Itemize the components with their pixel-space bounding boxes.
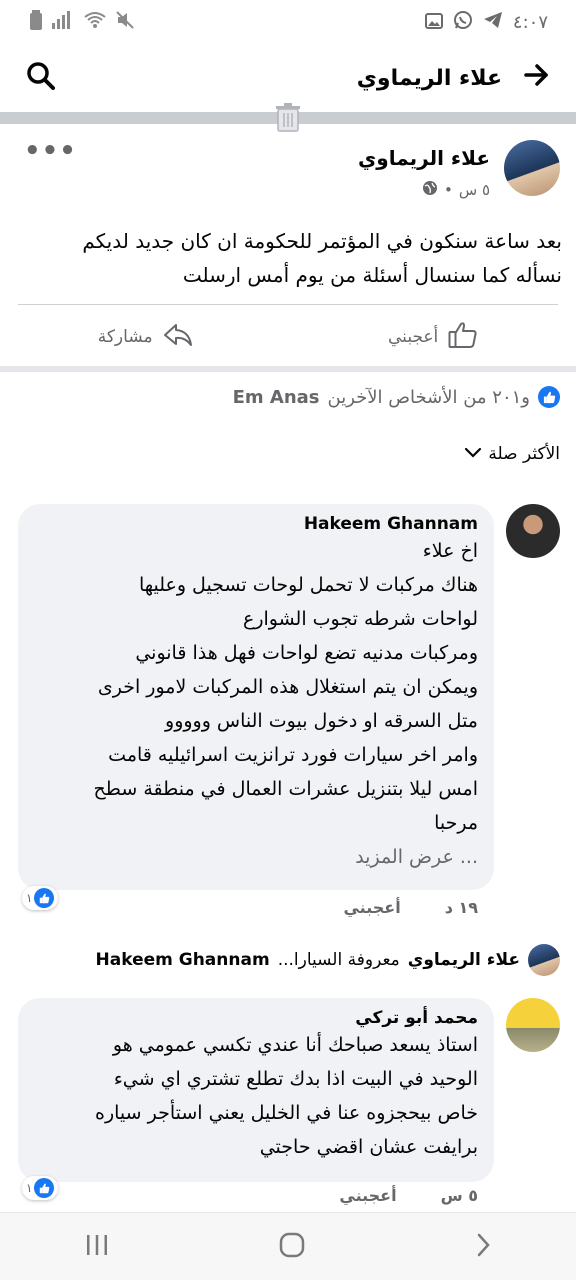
comment-like-button[interactable]: أعجبني bbox=[339, 1186, 396, 1205]
comment-like-count[interactable]: ١ bbox=[22, 1176, 59, 1200]
thumbs-up-icon bbox=[448, 321, 478, 354]
globe-icon bbox=[422, 180, 438, 200]
reply-mention: Hakeem Ghannam bbox=[95, 950, 270, 970]
sort-label: الأكثر صلة bbox=[488, 444, 560, 464]
post-header: علاء الريماوي ٥ س • ••• bbox=[0, 136, 576, 206]
comment-text: استاذ يسعد صباحك أنا عندي تكسي عمومي هو … bbox=[94, 1034, 478, 1158]
comment-bubble: محمد أبو تركي استاذ يسعد صباحك أنا عندي … bbox=[18, 998, 494, 1182]
share-arrow-icon bbox=[163, 322, 193, 353]
post-body: بعد ساعة سنكون في المؤتمر للحكومة ان كان… bbox=[14, 224, 562, 292]
reactions-others: و٢٠١ من الأشخاص الآخرين bbox=[327, 386, 530, 408]
mute-icon bbox=[116, 10, 134, 34]
like-reaction-icon bbox=[538, 386, 560, 408]
top-title-group: علاء الريماوي bbox=[357, 63, 550, 93]
reply-author: علاء الريماوي bbox=[407, 950, 520, 970]
comment-item bbox=[506, 504, 560, 558]
meta-dot: • bbox=[443, 181, 453, 199]
home-icon[interactable] bbox=[279, 1232, 305, 1262]
reply-avatar bbox=[528, 944, 560, 976]
post-time[interactable]: ٥ س bbox=[459, 181, 490, 199]
whatsapp-icon bbox=[453, 10, 473, 35]
comment-item bbox=[506, 998, 560, 1052]
status-left-icons bbox=[30, 9, 134, 35]
status-right-icons: ٤:٠٧ bbox=[424, 10, 548, 35]
like-count-number: ١ bbox=[26, 891, 33, 905]
like-label: أعجبني bbox=[388, 327, 439, 347]
share-button[interactable]: مشاركة bbox=[98, 322, 193, 353]
status-bar: ٤:٠٧ bbox=[0, 0, 576, 44]
commenter-name[interactable]: Hakeem Ghannam bbox=[34, 514, 478, 534]
signal-icon bbox=[52, 10, 74, 34]
post-divider bbox=[18, 304, 558, 305]
comment-time[interactable]: ١٩ د bbox=[445, 898, 478, 917]
back-arrow-icon[interactable] bbox=[524, 63, 550, 93]
like-count-number: ١ bbox=[26, 1181, 33, 1195]
comment-text: اخ علاء هناك مركبات لا تحمل لوحات تسجيل … bbox=[93, 540, 478, 834]
battery-icon bbox=[30, 9, 42, 35]
reply-preview[interactable]: علاء الريماوي معروفة السيارا... Hakeem G… bbox=[12, 942, 560, 978]
wifi-icon bbox=[84, 10, 106, 34]
recents-icon[interactable] bbox=[85, 1234, 109, 1260]
status-time: ٤:٠٧ bbox=[512, 11, 548, 33]
more-options-icon[interactable]: ••• bbox=[24, 136, 77, 166]
post-author-name[interactable]: علاء الريماوي bbox=[358, 146, 490, 170]
section-separator bbox=[0, 366, 576, 372]
gallery-icon bbox=[424, 10, 443, 34]
page-title: علاء الريماوي bbox=[356, 65, 502, 91]
commenter-name[interactable]: محمد أبو تركي bbox=[34, 1008, 478, 1028]
post-author-avatar[interactable] bbox=[504, 140, 560, 196]
comment-time[interactable]: ٥ س bbox=[441, 1186, 478, 1205]
comment-sort-dropdown[interactable]: الأكثر صلة bbox=[464, 444, 560, 464]
comment-like-count[interactable]: ١ bbox=[22, 886, 59, 910]
comment-meta: ٥ س أعجبني bbox=[339, 1186, 478, 1205]
post-action-bar: أعجبني مشاركة bbox=[0, 312, 576, 362]
see-more-link[interactable]: ... عرض المزيد bbox=[34, 846, 478, 868]
comment-meta: ١٩ د أعجبني bbox=[343, 898, 478, 917]
commenter-avatar[interactable] bbox=[506, 504, 560, 558]
telegram-icon bbox=[483, 10, 503, 34]
search-icon[interactable] bbox=[26, 61, 56, 95]
reactions-summary[interactable]: و٢٠١ من الأشخاص الآخرين Em Anas bbox=[233, 386, 560, 408]
like-reaction-icon bbox=[34, 888, 55, 908]
trash-icon[interactable] bbox=[270, 100, 306, 136]
post-meta: ٥ س • bbox=[422, 180, 490, 200]
like-reaction-icon bbox=[34, 1178, 55, 1198]
share-label: مشاركة bbox=[97, 327, 153, 347]
post-text-line: بعد ساعة سنكون في المؤتمر للحكومة ان كان… bbox=[82, 229, 562, 253]
comment-bubble: Hakeem Ghannam اخ علاء هناك مركبات لا تح… bbox=[18, 504, 494, 890]
chevron-down-icon bbox=[464, 444, 482, 464]
post-text-line: نسأله كما سنسال أسئلة من يوم أمس ارسلت bbox=[182, 263, 562, 287]
like-button[interactable]: أعجبني bbox=[388, 321, 478, 354]
android-nav-bar bbox=[0, 1212, 576, 1280]
reactions-names: Em Anas bbox=[232, 386, 320, 408]
back-chevron-icon[interactable] bbox=[475, 1233, 491, 1261]
comment-like-button[interactable]: أعجبني bbox=[343, 898, 400, 917]
commenter-avatar[interactable] bbox=[506, 998, 560, 1052]
reply-text: معروفة السيارا... bbox=[277, 950, 400, 970]
